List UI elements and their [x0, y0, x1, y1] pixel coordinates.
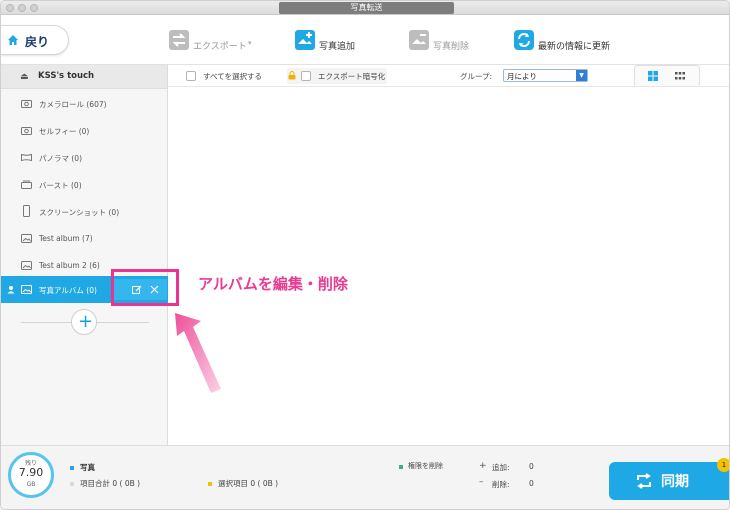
device-name: KSS's touch — [38, 71, 95, 81]
encrypt-export-checkbox[interactable] — [301, 71, 311, 81]
sync-label: 同期 — [661, 474, 689, 490]
status-bar: 残り 7.90 GB 写真 項目合計 0 ( 0B ) 選択項目 0 ( 0B … — [1, 445, 729, 509]
export-button[interactable]: エクスポート ▾ — [168, 29, 268, 55]
sync-button[interactable]: 同期 — [609, 462, 729, 500]
burst-icon — [21, 180, 32, 189]
export-icon — [169, 30, 189, 50]
plus-icon: + — [78, 311, 94, 332]
select-all-checkbox[interactable] — [186, 71, 196, 81]
window-title: 写真転送 — [279, 2, 454, 14]
add-album-button[interactable]: + — [71, 309, 97, 335]
sidebar-item-label: スクリーンショット (0) — [39, 208, 120, 217]
delete-photo-icon — [409, 30, 429, 50]
device-row[interactable]: ⏏ KSS's touch — [1, 65, 167, 89]
export-label: エクスポート — [193, 42, 247, 52]
sidebar-item-label: 写真アルバム (0) — [39, 286, 97, 295]
group-select-value: 月により — [507, 72, 537, 81]
refresh-label: 最新の情報に更新 — [538, 42, 611, 52]
annotation-highlight-box — [111, 269, 179, 306]
delete-photo-button[interactable]: 写真削除 — [408, 29, 488, 55]
storage-remaining-value: 7.90 — [18, 466, 44, 479]
album-icon — [21, 285, 32, 294]
sidebar-item-label: バースト (0) — [39, 181, 82, 190]
select-all-label: すべてを選択する — [203, 72, 263, 81]
total-items-label: 項目合計 0 ( 0B ) — [80, 479, 141, 488]
shared-user-icon — [7, 286, 15, 294]
sidebar-item-camera-roll[interactable]: カメラロール (607) — [1, 90, 167, 117]
total-legend-dot — [70, 482, 74, 486]
close-window-button[interactable] — [6, 4, 14, 12]
sidebar-item-test-album[interactable]: Test album (7) — [1, 225, 167, 252]
delete-count-label: 削除: — [492, 480, 510, 489]
grid-small-icon[interactable] — [674, 70, 686, 82]
add-photo-button[interactable]: 写真追加 — [294, 29, 374, 55]
sidebar-item-label: パノラマ (0) — [39, 154, 83, 163]
photo-legend-dot — [70, 466, 74, 470]
encrypt-export-label: エクスポート暗号化 — [318, 72, 386, 81]
grid-large-icon[interactable] — [647, 70, 659, 82]
lock-icon — [288, 71, 296, 80]
group-label: グループ: — [460, 72, 493, 81]
sync-icon — [637, 473, 651, 489]
photo-legend-label: 写真 — [80, 463, 95, 472]
add-photo-icon — [295, 30, 315, 50]
title-bar: 写真転送 — [1, 1, 729, 15]
sidebar-item-panorama[interactable]: パノラマ (0) — [1, 144, 167, 171]
minus-icon: – — [479, 477, 484, 487]
back-label: 戻り — [25, 35, 50, 49]
filter-bar: すべてを選択する エクスポート暗号化 グループ: 月により ▼ — [168, 65, 729, 87]
notification-badge: 1 — [717, 458, 729, 472]
delete-photo-label: 写真削除 — [433, 42, 470, 52]
camera-icon — [21, 127, 32, 135]
chevron-down-icon: ▾ — [248, 39, 252, 47]
sidebar-item-label: カメラロール (607) — [39, 100, 107, 109]
sidebar-item-selfie[interactable]: セルフィー (0) — [1, 117, 167, 144]
sidebar-item-label: Test album 2 (6) — [39, 261, 100, 270]
view-toggle — [634, 65, 700, 86]
zoom-window-button[interactable] — [30, 4, 38, 12]
annotation-arrow-icon — [175, 313, 221, 393]
refresh-button[interactable]: 最新の情報に更新 — [513, 29, 628, 55]
toolbar: 戻り エクスポート ▾ 写真追加 写真削除 最新の情報に更新 — [1, 15, 729, 65]
selected-items-label: 選択項目 0 ( 0B ) — [218, 479, 279, 488]
permission-legend-dot — [399, 465, 403, 469]
sidebar-item-screenshot[interactable]: スクリーンショット (0) — [1, 198, 167, 225]
eject-icon[interactable]: ⏏ — [20, 72, 29, 82]
group-select[interactable]: 月により ▼ — [503, 69, 588, 82]
annotation-text: アルバムを編集・削除 — [198, 275, 348, 293]
delete-count-value: 0 — [529, 479, 534, 488]
plus-icon: + — [479, 461, 487, 471]
storage-remaining-unit: GB — [26, 481, 36, 488]
panorama-icon — [21, 153, 32, 162]
camera-icon — [21, 100, 32, 108]
minimize-window-button[interactable] — [18, 4, 26, 12]
home-icon — [8, 35, 18, 45]
refresh-icon — [514, 30, 534, 50]
photo-content-area[interactable] — [168, 87, 729, 445]
sidebar-item-burst[interactable]: バースト (0) — [1, 171, 167, 198]
sidebar-item-label: Test album (7) — [39, 234, 93, 243]
selected-legend-dot — [208, 482, 212, 486]
remove-permission-label: 権限を削除 — [408, 462, 443, 470]
chevron-down-icon: ▼ — [576, 70, 587, 81]
app-window: 写真転送 戻り エクスポート ▾ 写真追加 写真削除 最新の情報に更新 ⏏ KS… — [0, 0, 730, 510]
phone-icon — [23, 205, 30, 217]
storage-gauge: 残り 7.90 GB — [8, 452, 54, 498]
add-count-value: 0 — [529, 462, 534, 471]
album-icon — [21, 234, 32, 243]
sidebar-item-label: セルフィー (0) — [39, 127, 90, 136]
add-count-label: 追加: — [492, 463, 510, 472]
sidebar: ⏏ KSS's touch カメラロール (607) セルフィー (0) パノラ… — [1, 65, 168, 445]
album-icon — [21, 261, 32, 270]
add-photo-label: 写真追加 — [319, 42, 356, 52]
back-button[interactable]: 戻り — [1, 25, 69, 55]
